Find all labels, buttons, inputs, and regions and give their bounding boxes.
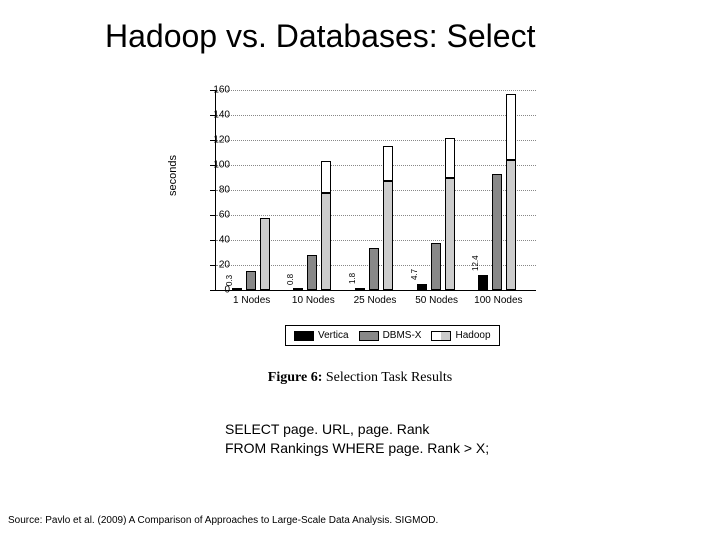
legend-item-vertica: Vertica: [294, 330, 349, 341]
x-tick-label: 1 Nodes: [222, 295, 282, 306]
y-tick-label: 100: [213, 160, 230, 171]
plot-area: 0.30.81.84.712.4: [215, 90, 536, 291]
x-tick-label: 100 Nodes: [468, 295, 528, 306]
legend-item-hadoop: Hadoop: [431, 330, 490, 341]
legend: Vertica DBMS-X Hadoop: [285, 325, 500, 346]
y-tick-label: 0: [224, 285, 230, 296]
y-tick-label: 80: [219, 185, 230, 196]
y-tick-label: 40: [219, 235, 230, 246]
legend-item-dbmsx: DBMS-X: [359, 330, 422, 341]
bar-value-label: 1.8: [348, 273, 357, 284]
sql-query: SELECT page. URL, page. Rank FROM Rankin…: [225, 420, 489, 458]
x-tick-label: 10 Nodes: [283, 295, 343, 306]
y-tick-label: 60: [219, 210, 230, 221]
y-tick-label: 160: [213, 85, 230, 96]
x-tick-label: 25 Nodes: [345, 295, 405, 306]
y-tick-label: 20: [219, 260, 230, 271]
source-citation: Source: Pavlo et al. (2009) A Comparison…: [8, 515, 438, 526]
figure-caption: Figure 6: Selection Task Results: [165, 370, 555, 386]
x-tick-label: 50 Nodes: [407, 295, 467, 306]
bar-value-label: 4.7: [410, 269, 419, 280]
y-axis-label: seconds: [167, 155, 179, 196]
bar-value-label: 0.8: [286, 274, 295, 285]
y-tick-label: 120: [213, 135, 230, 146]
page-title: Hadoop vs. Databases: Select: [105, 18, 535, 55]
y-tick-label: 140: [213, 110, 230, 121]
bar-value-label: 12.4: [471, 255, 480, 271]
chart: seconds 0.30.81.84.712.4 Vertica DBMS-X …: [165, 80, 555, 360]
